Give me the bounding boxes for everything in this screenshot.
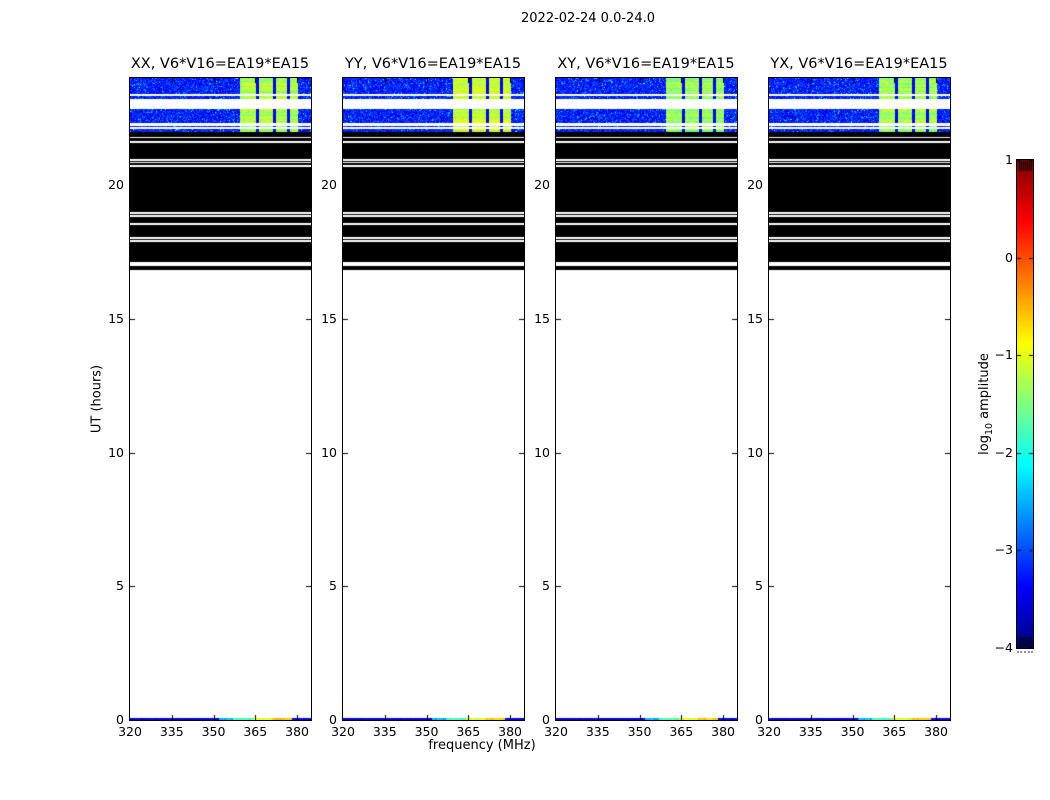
colorbar <box>1016 159 1034 649</box>
y-axis-label: UT (hours) <box>90 365 105 433</box>
y-tick-label: 15 <box>84 311 124 327</box>
y-tick-label: 5 <box>84 578 124 594</box>
panel-title-yx: YX, V6*V16=EA19*EA15 <box>770 56 947 72</box>
colorbar-tick-label: −1 <box>973 347 1013 363</box>
x-tick-label: 335 <box>578 724 618 740</box>
panel-title-xx: XX, V6*V16=EA19*EA15 <box>131 56 309 72</box>
heatmap-panel-yy <box>342 77 525 721</box>
x-axis-label: frequency (MHz) <box>428 738 535 753</box>
y-tick-label: 10 <box>723 445 763 461</box>
y-tick-label: 5 <box>510 578 550 594</box>
figure: 2022-02-24 0.0-24.0 XX, V6*V16=EA19*EA15… <box>0 0 1050 800</box>
y-tick-label: 0 <box>723 712 763 728</box>
x-tick-label: 335 <box>365 724 405 740</box>
x-tick-label: 350 <box>620 724 660 740</box>
colorbar-underflow-dots <box>1017 651 1033 653</box>
y-tick-label: 0 <box>510 712 550 728</box>
y-tick-label: 20 <box>510 177 550 193</box>
y-tick-label: 20 <box>84 177 124 193</box>
y-tick-label: 0 <box>297 712 337 728</box>
colorbar-label-post: amplitude <box>977 353 992 423</box>
heatmap-panel-xx <box>129 77 312 721</box>
y-tick-label: 15 <box>510 311 550 327</box>
colorbar-label-sub: 10 <box>984 423 995 435</box>
colorbar-tick-label: 0 <box>973 250 1013 266</box>
panel-title-xy: XY, V6*V16=EA19*EA15 <box>557 56 734 72</box>
y-tick-label: 0 <box>84 712 124 728</box>
x-tick-label: 365 <box>874 724 914 740</box>
figure-title: 2022-02-24 0.0-24.0 <box>521 11 655 26</box>
y-tick-label: 5 <box>723 578 763 594</box>
y-tick-label: 10 <box>84 445 124 461</box>
x-tick-label: 350 <box>833 724 873 740</box>
y-tick-label: 20 <box>723 177 763 193</box>
y-tick-label: 15 <box>297 311 337 327</box>
x-tick-label: 350 <box>194 724 234 740</box>
colorbar-tick-label: 1 <box>973 152 1013 168</box>
x-tick-label: 380 <box>916 724 956 740</box>
x-tick-label: 365 <box>661 724 701 740</box>
heatmap-panel-xy <box>555 77 738 721</box>
y-tick-label: 5 <box>297 578 337 594</box>
x-tick-label: 335 <box>791 724 831 740</box>
y-tick-label: 10 <box>297 445 337 461</box>
colorbar-tick-label: −2 <box>973 445 1013 461</box>
x-tick-label: 365 <box>235 724 275 740</box>
y-tick-label: 15 <box>723 311 763 327</box>
x-tick-label: 350 <box>407 724 447 740</box>
colorbar-tick-label: −3 <box>973 542 1013 558</box>
colorbar-tick-label: −4 <box>973 640 1013 656</box>
x-tick-label: 335 <box>152 724 192 740</box>
colorbar-label: log10 amplitude <box>977 353 995 455</box>
panel-title-yy: YY, V6*V16=EA19*EA15 <box>345 56 521 72</box>
heatmap-panel-yx <box>768 77 951 721</box>
y-tick-label: 20 <box>297 177 337 193</box>
y-tick-label: 10 <box>510 445 550 461</box>
x-tick-label: 365 <box>448 724 488 740</box>
